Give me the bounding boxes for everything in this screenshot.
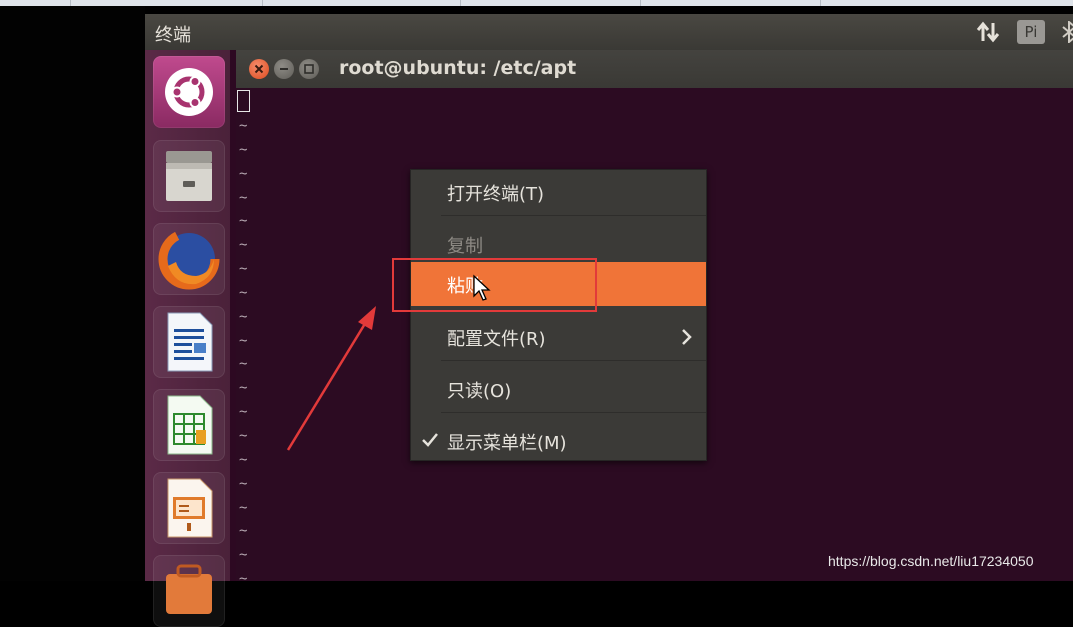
menu-item-read-only[interactable]: 只读(O) — [411, 367, 706, 411]
network-updown-icon[interactable] — [975, 19, 1001, 45]
maximize-icon — [304, 64, 314, 74]
libreoffice-writer-icon — [167, 312, 213, 372]
tilde-line: ~ — [239, 427, 248, 444]
menu-separator — [441, 360, 706, 361]
impress-button[interactable] — [153, 472, 225, 544]
tilde-line: ~ — [239, 308, 248, 325]
menu-item-label: 只读(O) — [447, 381, 512, 402]
tilde-line: ~ — [239, 451, 248, 468]
context-menu: 打开终端(T) 复制 粘贴 配置文件(R) 只读(O) 显示菜单栏(M) — [410, 169, 707, 461]
tilde-line: ~ — [239, 237, 248, 254]
checkmark-icon — [422, 433, 438, 447]
terminal-titlebar[interactable]: root@ubuntu: /etc/apt — [236, 50, 1073, 88]
tilde-line: ~ — [239, 356, 248, 373]
tilde-line: ~ — [239, 213, 248, 230]
window-minimize-button[interactable] — [274, 59, 294, 79]
writer-button[interactable] — [153, 306, 225, 378]
tilde-line: ~ — [239, 475, 248, 492]
host-window-strip — [0, 0, 1073, 6]
tilde-line: ~ — [239, 189, 248, 206]
vim-empty-lines: ~ ~ ~ ~ ~ ~ ~ ~ ~ ~ ~ ~ ~ ~ ~ ~ ~ ~ ~ ~ — [239, 115, 247, 592]
close-icon — [254, 64, 264, 74]
text-cursor — [237, 90, 250, 112]
tilde-line: ~ — [239, 261, 248, 278]
menu-item-label: 复制 — [447, 236, 483, 257]
window-title: root@ubuntu: /etc/apt — [339, 57, 577, 79]
software-center-icon — [166, 564, 212, 614]
calc-button[interactable] — [153, 389, 225, 461]
tilde-line: ~ — [239, 380, 248, 397]
mouse-pointer-icon — [473, 274, 491, 301]
window-close-button[interactable] — [249, 59, 269, 79]
menu-separator — [441, 412, 706, 413]
bluetooth-icon[interactable] — [1060, 21, 1073, 43]
chevron-right-icon — [682, 329, 692, 345]
tilde-line: ~ — [239, 523, 248, 540]
menu-item-label: 配置文件(R) — [447, 329, 546, 350]
window-maximize-button[interactable] — [299, 59, 319, 79]
libreoffice-impress-icon — [167, 478, 213, 538]
tilde-line: ~ — [239, 332, 248, 349]
tilde-line: ~ — [239, 571, 248, 588]
menu-item-profiles[interactable]: 配置文件(R) — [411, 315, 706, 359]
menu-item-label: 打开终端(T) — [447, 184, 545, 205]
tilde-line: ~ — [239, 499, 248, 516]
minimize-icon — [280, 68, 288, 70]
tilde-line: ~ — [239, 141, 248, 158]
libreoffice-calc-icon — [167, 395, 213, 455]
panel-app-title: 终端 — [155, 25, 191, 46]
tilde-line: ~ — [239, 547, 248, 564]
annotation-highlight-box — [392, 258, 597, 312]
tilde-line: ~ — [239, 165, 248, 182]
software-center-button[interactable] — [153, 555, 225, 627]
menu-item-open-terminal[interactable]: 打开终端(T) — [411, 170, 706, 214]
menu-item-show-menubar[interactable]: 显示菜单栏(M) — [411, 419, 706, 463]
files-button[interactable] — [153, 140, 225, 212]
menu-item-label: 显示菜单栏(M) — [447, 433, 567, 454]
ubuntu-dash-button[interactable] — [153, 56, 225, 128]
firefox-button[interactable] — [153, 223, 225, 295]
ubuntu-dash-icon — [165, 68, 213, 116]
left-black-area — [0, 6, 145, 581]
firefox-icon — [158, 228, 220, 290]
top-panel: 终端 Pi — [145, 14, 1073, 50]
input-method-indicator[interactable]: Pi — [1017, 20, 1045, 44]
files-cabinet-icon — [166, 151, 212, 201]
menu-separator — [441, 215, 706, 216]
tilde-line: ~ — [239, 404, 248, 421]
unity-launcher — [145, 50, 232, 627]
annotation-arrow-icon — [286, 306, 376, 451]
watermark-text: https://blog.csdn.net/liu17234050 — [828, 553, 1034, 569]
tilde-line: ~ — [239, 118, 248, 134]
tilde-line: ~ — [239, 284, 248, 301]
